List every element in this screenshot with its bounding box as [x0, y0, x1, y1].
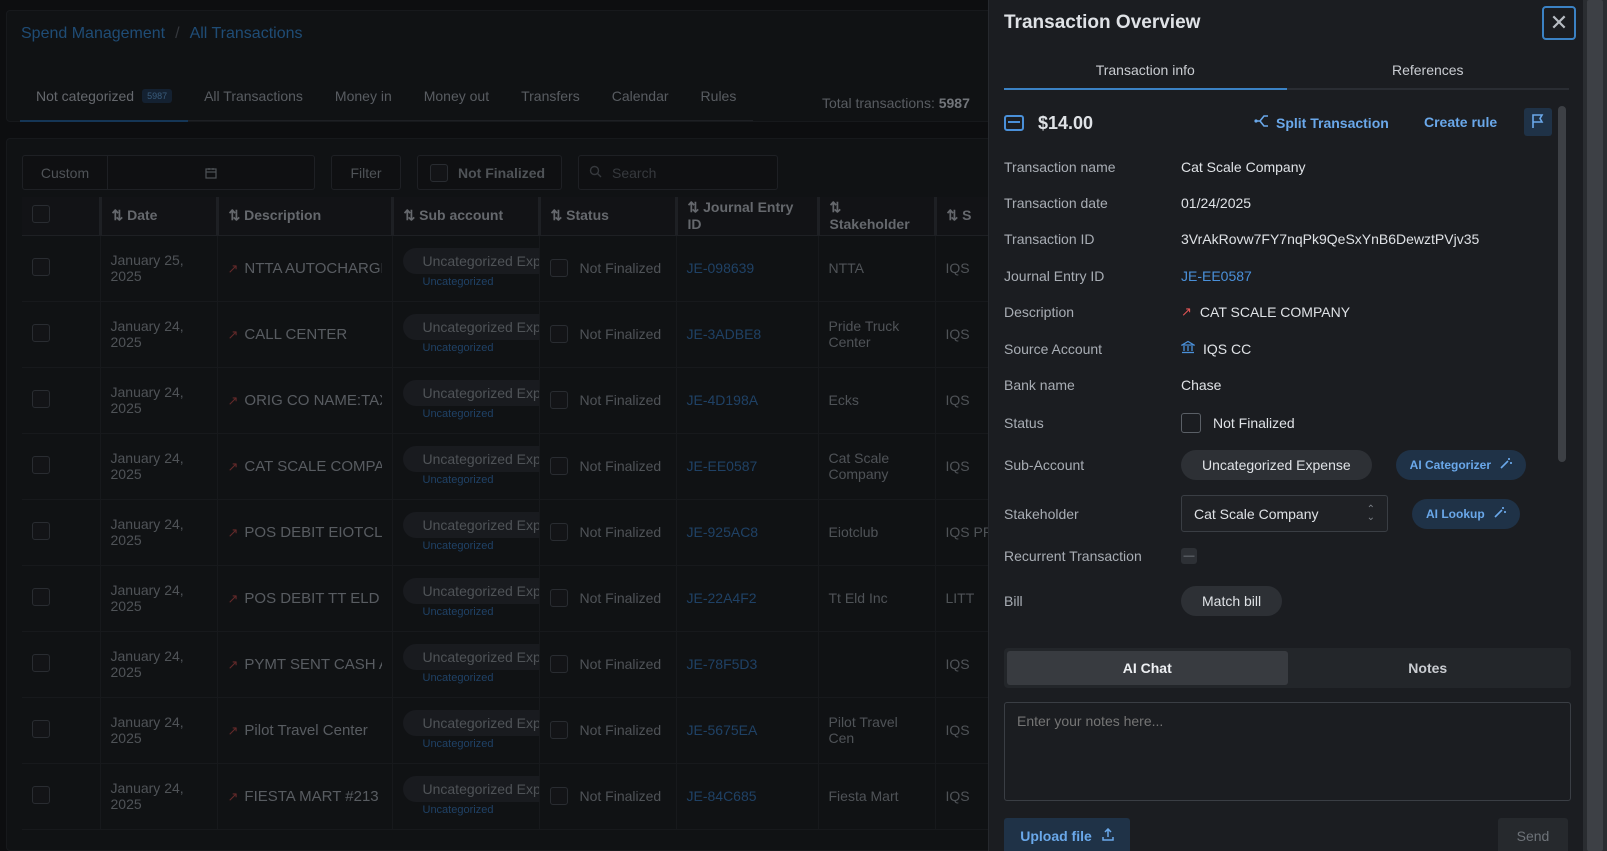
notes-textarea[interactable] — [1004, 702, 1571, 801]
field-transaction-id: Transaction ID 3VrAkRovw7FY7nqPk9QeSxYnB… — [1004, 231, 1554, 247]
sub-account-chip[interactable]: Uncategorized Expense — [1181, 450, 1372, 480]
drawer-title: Transaction Overview — [1004, 12, 1201, 33]
field-label: Description — [1004, 304, 1075, 320]
ai-lookup-button[interactable]: AI Lookup — [1412, 498, 1520, 529]
field-label: Sub-Account — [1004, 457, 1085, 473]
credit-card-icon — [1004, 115, 1024, 131]
field-label: Bill — [1004, 593, 1023, 609]
field-description: Description ↗ CAT SCALE COMPANY — [1004, 304, 1554, 320]
close-icon: ✕ — [1549, 10, 1569, 35]
ai-lookup-label: AI Lookup — [1426, 506, 1485, 521]
field-value: CAT SCALE COMPANY — [1199, 304, 1351, 320]
field-value: IQS CC — [1203, 340, 1252, 357]
field-label: Status — [1004, 415, 1044, 431]
tab-ai-chat[interactable]: AI Chat — [1007, 651, 1288, 685]
field-label: Transaction ID — [1004, 231, 1095, 247]
field-stakeholder: Stakeholder Cat Scale Company ⌃ ⌄ AI Look… — [1004, 495, 1554, 532]
field-value: Cat Scale Company — [1181, 159, 1306, 175]
split-label: Split Transaction — [1276, 114, 1389, 131]
field-value: 3VrAkRovw7FY7nqPk9QeSxYnB6DewztPVjv35 — [1181, 231, 1480, 247]
field-journal-entry: Journal Entry ID JE-EE0587 — [1004, 268, 1554, 284]
field-label: Transaction name — [1004, 159, 1116, 175]
flag-button[interactable] — [1524, 108, 1552, 136]
page-scrollbar-thumb[interactable] — [1587, 0, 1603, 851]
field-value: Not Finalized — [1213, 415, 1295, 431]
stakeholder-value: Cat Scale Company — [1194, 505, 1319, 522]
field-label: Recurrent Transaction — [1004, 548, 1142, 564]
field-transaction-name: Transaction name Cat Scale Company — [1004, 159, 1554, 175]
drawer-tabs: Transaction info References — [1004, 52, 1569, 90]
create-rule-button[interactable]: Create rule — [1424, 114, 1497, 130]
field-label: Source Account — [1004, 340, 1103, 357]
field-label: Stakeholder — [1004, 505, 1079, 522]
field-value: 01/24/2025 — [1181, 195, 1252, 211]
tab-references[interactable]: References — [1287, 52, 1570, 88]
tab-notes[interactable]: Notes — [1288, 651, 1569, 685]
modal-backdrop[interactable] — [0, 0, 988, 851]
field-sub-account: Sub-Account Uncategorized Expense AI Cat… — [1004, 450, 1554, 480]
field-value: Chase — [1181, 377, 1222, 393]
bank-icon — [1179, 340, 1197, 357]
magic-wand-icon — [1493, 506, 1506, 522]
field-label: Transaction date — [1004, 195, 1108, 211]
field-bank-name: Bank name Chase — [1004, 377, 1554, 393]
upload-file-button[interactable]: Upload file — [1004, 818, 1130, 851]
field-status: Status Not Finalized — [1004, 413, 1554, 433]
ai-categorizer-button[interactable]: AI Categorizer — [1395, 450, 1527, 480]
stakeholder-select[interactable]: Cat Scale Company ⌃ ⌄ — [1181, 495, 1388, 532]
upload-icon — [1102, 827, 1114, 844]
magic-wand-icon — [1499, 457, 1513, 473]
send-button[interactable]: Send — [1498, 818, 1568, 851]
drawer-scrollbar[interactable] — [1558, 106, 1566, 462]
money-out-arrow-icon: ↗ — [1181, 304, 1192, 319]
amount-row: $14.00 Split Transaction Create rule — [1004, 106, 1554, 140]
field-bill: Bill Match bill — [1004, 586, 1554, 616]
field-recurrent: Recurrent Transaction — — [1004, 548, 1554, 564]
upload-label: Upload file — [1020, 828, 1092, 844]
field-label: Journal Entry ID — [1004, 268, 1105, 284]
recurrent-toggle[interactable]: — — [1181, 548, 1197, 564]
field-label: Bank name — [1004, 377, 1075, 393]
ai-categorizer-label: AI Categorizer — [1409, 458, 1492, 472]
field-source-account: Source Account IQS CC — [1004, 340, 1554, 357]
close-button[interactable]: ✕ — [1542, 6, 1576, 40]
transaction-overview-drawer: Transaction Overview ✕ Transaction info … — [988, 0, 1583, 851]
split-transaction-button[interactable]: Split Transaction — [1254, 114, 1389, 131]
match-bill-button[interactable]: Match bill — [1181, 586, 1283, 616]
field-transaction-date: Transaction date 01/24/2025 — [1004, 195, 1554, 211]
finalized-checkbox[interactable] — [1181, 413, 1201, 433]
transaction-amount: $14.00 — [1038, 112, 1094, 133]
split-icon — [1254, 114, 1270, 131]
page-scrollbar[interactable] — [1583, 0, 1607, 851]
tab-transaction-info[interactable]: Transaction info — [1004, 52, 1287, 90]
journal-entry-link[interactable]: JE-EE0587 — [1181, 268, 1252, 284]
chevron-up-down-icon: ⌃ ⌄ — [1366, 503, 1375, 523]
flag-icon — [1531, 113, 1545, 132]
chat-notes-tabs: AI Chat Notes — [1004, 648, 1571, 688]
